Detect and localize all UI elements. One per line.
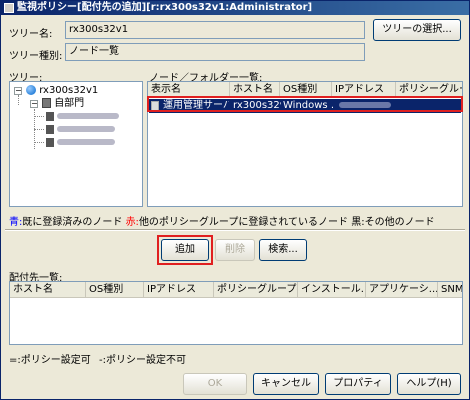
tree-collapse-icon[interactable]: − (14, 87, 22, 95)
tree-group-label: 自部門 (54, 98, 85, 109)
cancel-button[interactable]: キャンセル (253, 373, 319, 395)
dest-col-ip[interactable]: IPアドレス (144, 282, 214, 298)
properties-button[interactable]: プロパティ (325, 373, 391, 395)
tree-node-2[interactable] (46, 124, 116, 136)
server-icon (46, 111, 54, 121)
tree-panel[interactable]: − rx300s32v1 − 自部門 (9, 81, 143, 207)
building-icon (42, 98, 51, 108)
policy-dialog: 監視ポリシー[配付先の追加][r:rx300s32v1:Administrato… (0, 0, 470, 400)
dest-list-panel[interactable]: ホスト名 OS種別 IPアドレス ポリシーグループ名 インストール... アプリ… (9, 281, 463, 345)
server-icon (46, 137, 54, 147)
dest-col-snmp[interactable]: SNM (438, 282, 462, 298)
globe-icon (26, 85, 36, 95)
window-title: 監視ポリシー[配付先の追加][r:rx300s32v1:Administrato… (17, 2, 313, 13)
legend-blue-text: 既に登録済みのノード (22, 217, 126, 228)
tree-node-1[interactable] (46, 111, 120, 123)
color-legend: 青:既に登録済みのノード 赤:他のポリシーグループに登録されているノード 黒:そ… (9, 213, 435, 228)
title-bar: 監視ポリシー[配付先の追加][r:rx300s32v1:Administrato… (1, 1, 469, 15)
add-button-highlight (157, 235, 213, 265)
tree-node-3[interactable] (46, 137, 116, 149)
node-row-highlight (147, 96, 463, 112)
dest-col-application[interactable]: アプリケーシ... (366, 282, 438, 298)
redacted-node-2 (57, 126, 116, 132)
remove-button[interactable]: 削除 (215, 239, 255, 261)
tree-type-field: ノード一覧 (65, 43, 365, 61)
legend-red: 赤: (125, 217, 139, 228)
settable-legend: =:ポリシー設定可 (9, 355, 91, 366)
redacted-node-3 (57, 139, 116, 145)
ok-button[interactable]: OK (183, 373, 247, 395)
legend-red-text: 他のポリシーグループに登録されているノード (138, 217, 352, 228)
not-settable-legend: -:ポリシー設定不可 (99, 355, 186, 366)
tree-type-label: ツリー種別: (9, 51, 63, 62)
tree-name-label: ツリー名: (9, 29, 53, 40)
tree-root-label: rx300s32v1 (39, 85, 99, 96)
tree-select-button[interactable]: ツリーの選択... (373, 19, 461, 41)
tree-name-field: rx300s32v1 (65, 21, 365, 39)
tree-root[interactable]: rx300s32v1 (26, 85, 98, 97)
legend-blue: 青: (9, 217, 23, 228)
tree-group[interactable]: 自部門 (42, 98, 84, 110)
help-button[interactable]: ヘルプ(H) (397, 373, 461, 395)
legend-black: 黒: (351, 217, 365, 228)
dest-col-os[interactable]: OS種別 (86, 282, 144, 298)
divider (5, 229, 465, 231)
app-icon (4, 3, 14, 13)
dest-col-policy-group[interactable]: ポリシーグループ名 (214, 282, 298, 298)
group-collapse-icon[interactable]: − (30, 100, 38, 108)
redacted-node-1 (57, 113, 120, 119)
dest-col-host[interactable]: ホスト名 (10, 282, 86, 298)
dest-col-install[interactable]: インストール... (298, 282, 366, 298)
legend-black-text: その他のノード (364, 217, 435, 228)
server-icon (46, 124, 54, 134)
search-button[interactable]: 検索... (259, 239, 307, 261)
